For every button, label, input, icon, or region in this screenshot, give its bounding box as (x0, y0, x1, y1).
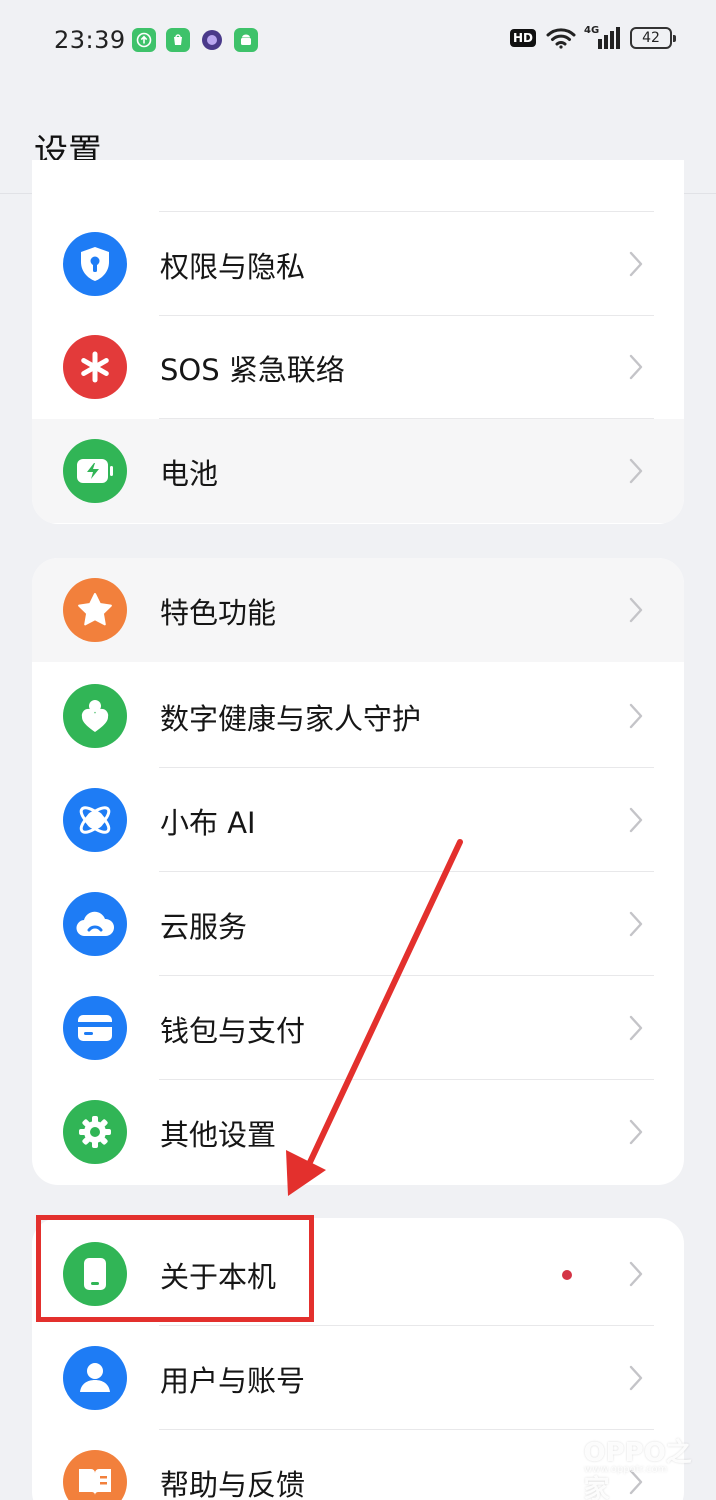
settings-item-xiaobu-ai[interactable]: 小布 AI (32, 768, 684, 872)
download-arrow-icon (132, 28, 156, 52)
cloud-icon (63, 892, 127, 956)
star-icon (63, 578, 127, 642)
chevron-right-icon (629, 597, 643, 623)
asterisk-icon (63, 335, 127, 399)
update-badge (562, 1270, 572, 1280)
settings-item-label: 权限与隐私 (160, 250, 306, 284)
settings-item-label: 钱包与支付 (160, 1014, 306, 1048)
signal-icon: 4G (584, 25, 620, 49)
app-store-icon (166, 28, 190, 52)
notification-icons (132, 28, 258, 52)
chevron-right-icon (629, 1261, 643, 1287)
ai-orbit-icon (63, 788, 127, 852)
chevron-right-icon (629, 911, 643, 937)
user-icon (63, 1346, 127, 1410)
status-bar: 23:39 HD 4G 42 (0, 0, 716, 84)
settings-item-label: 帮助与反馈 (160, 1468, 306, 1500)
wifi-icon (546, 28, 576, 49)
gear-icon (63, 1100, 127, 1164)
status-right: HD 4G 42 (509, 25, 676, 49)
settings-item-label: 电池 (160, 457, 219, 491)
annotation-highlight-box (36, 1215, 314, 1322)
settings-item-label: 特色功能 (160, 596, 277, 630)
settings-item-label: SOS 紧急联络 (160, 353, 345, 387)
settings-item-features[interactable]: 特色功能 (32, 558, 684, 662)
wallet-card-icon (63, 996, 127, 1060)
chevron-right-icon (629, 458, 643, 484)
settings-item-sos[interactable]: SOS 紧急联络 (32, 315, 684, 419)
chevron-right-icon (629, 1015, 643, 1041)
settings-item-label: 用户与账号 (160, 1364, 306, 1398)
settings-item-label: 其他设置 (160, 1118, 277, 1152)
settings-item-user-account[interactable]: 用户与账号 (32, 1326, 684, 1430)
settings-group-1: 权限与隐私 SOS 紧急联络 电池 (32, 160, 684, 524)
settings-group-2: 特色功能 数字健康与家人守护 小布 AI 云服务 钱包与支付 其他设置 (32, 558, 684, 1185)
browser-orb-icon (202, 30, 222, 50)
hd-badge: HD (509, 29, 536, 47)
battery-icon (63, 439, 127, 503)
settings-item-label: 小布 AI (160, 806, 256, 840)
settings-item-privacy[interactable]: 权限与隐私 (32, 212, 684, 316)
settings-item-digital-wellbeing[interactable]: 数字健康与家人守护 (32, 664, 684, 768)
status-time: 23:39 (54, 26, 126, 54)
shield-lock-icon (63, 232, 127, 296)
chevron-right-icon (629, 1119, 643, 1145)
settings-item-wallet[interactable]: 钱包与支付 (32, 976, 684, 1080)
chevron-right-icon (629, 703, 643, 729)
battery-indicator: 42 (630, 27, 676, 49)
network-type-label: 4G (584, 25, 600, 36)
watermark-subtext: www.oppotr.com (584, 1464, 668, 1475)
settings-item-label: 云服务 (160, 910, 248, 944)
book-icon (63, 1450, 127, 1500)
settings-item-label: 数字健康与家人守护 (160, 702, 422, 736)
chevron-right-icon (629, 354, 643, 380)
settings-item-battery[interactable]: 电池 (32, 419, 684, 523)
settings-item-other-settings[interactable]: 其他设置 (32, 1080, 684, 1184)
chevron-right-icon (629, 807, 643, 833)
watermark-logo-icon (534, 1446, 576, 1492)
family-heart-icon (63, 684, 127, 748)
watermark: OPPO之家 www.oppotr.com (534, 1432, 716, 1500)
chevron-right-icon (629, 1365, 643, 1391)
chevron-right-icon (629, 251, 643, 277)
android-icon (234, 28, 258, 52)
settings-item-cloud[interactable]: 云服务 (32, 872, 684, 976)
